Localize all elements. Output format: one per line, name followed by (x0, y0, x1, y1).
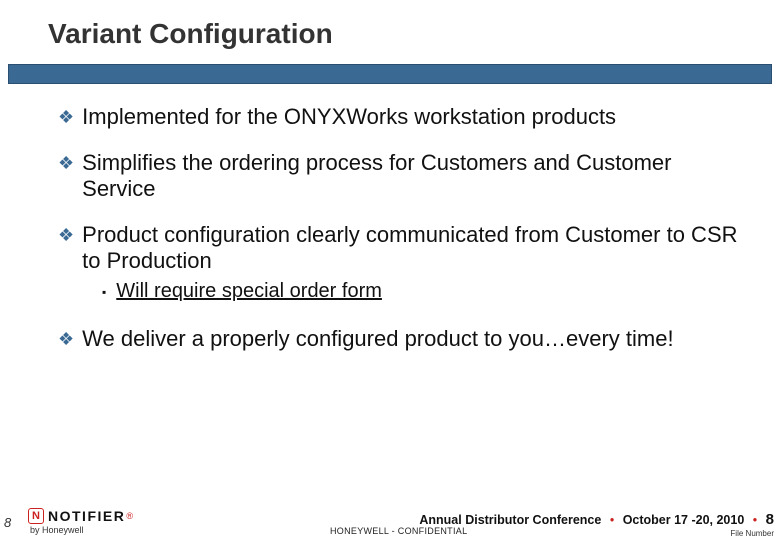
bullet-text: Simplifies the ordering process for Cust… (82, 150, 740, 202)
sub-bullet-text: Will require special order form (116, 280, 382, 303)
registered-icon: ® (126, 511, 133, 521)
footer-line: Annual Distributor Conference • October … (419, 511, 774, 528)
bullet-separator-icon: • (610, 513, 614, 527)
conference-name: Annual Distributor Conference (419, 513, 601, 527)
logo-wordmark: NOTIFIER (48, 508, 125, 524)
diamond-icon: ❖ (58, 150, 74, 176)
conference-date: October 17 -20, 2010 (623, 513, 745, 527)
bullet-separator-icon: • (753, 513, 757, 527)
page-number-left: 8 (4, 515, 11, 530)
brand-logo: N NOTIFIER ® by Honeywell (28, 508, 133, 535)
bullet-text: Product configuration clearly communicat… (82, 222, 740, 274)
bullet-item: ❖ Implemented for the ONYXWorks workstat… (58, 104, 740, 130)
content-area: ❖ Implemented for the ONYXWorks workstat… (0, 84, 780, 352)
bullet-text: We deliver a properly configured product… (82, 326, 673, 352)
title-rule (8, 64, 772, 84)
bullet-item: ❖ We deliver a properly configured produ… (58, 326, 740, 352)
square-icon: ▪ (102, 280, 106, 304)
bullet-item: ❖ Simplifies the ordering process for Cu… (58, 150, 740, 202)
diamond-icon: ❖ (58, 222, 74, 248)
slide-title: Variant Configuration (0, 0, 780, 50)
logo-mark-icon: N (28, 508, 44, 524)
diamond-icon: ❖ (58, 326, 74, 352)
slide: Variant Configuration ❖ Implemented for … (0, 0, 780, 540)
diamond-icon: ❖ (58, 104, 74, 130)
sub-bullet-item: ▪ Will require special order form (102, 280, 740, 304)
page-number-right: 8 (766, 511, 774, 528)
file-number-label: File Number (419, 529, 774, 538)
logo-subtext: by Honeywell (30, 525, 84, 535)
bullet-text: Implemented for the ONYXWorks workstatio… (82, 104, 616, 130)
footer-right: Annual Distributor Conference • October … (419, 511, 774, 538)
footer: 8 N NOTIFIER ® by Honeywell HONEYWELL - … (0, 496, 780, 540)
logo-top-row: N NOTIFIER ® (28, 508, 133, 524)
bullet-item: ❖ Product configuration clearly communic… (58, 222, 740, 274)
